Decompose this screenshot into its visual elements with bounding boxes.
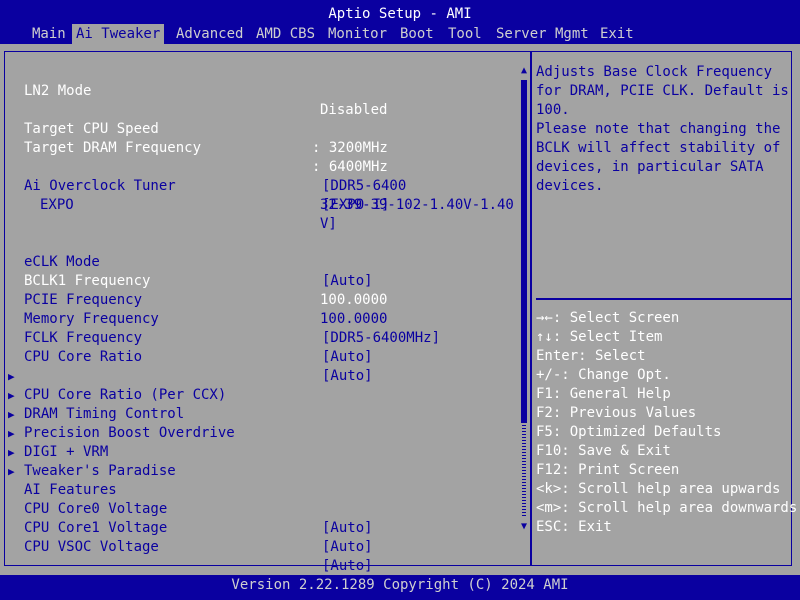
setting-cpu-core0-voltage[interactable]: CPU Core0 Voltage [Auto] xyxy=(24,481,514,536)
setting-label: LN2 Mode xyxy=(24,83,92,99)
tab-bar: Main Ai Tweaker Advanced AMD CBS Monitor… xyxy=(0,24,800,44)
help-text-line: 100. xyxy=(536,102,570,118)
tab-tool[interactable]: Tool xyxy=(444,24,486,44)
setting-fclk-frequency[interactable]: FCLK Frequency [Auto] xyxy=(24,310,514,365)
key-help-esc: ESC: Exit xyxy=(536,519,612,535)
key-help-f5: F5: Optimized Defaults xyxy=(536,424,722,440)
setting-label: CPU VSOC Voltage xyxy=(24,539,159,555)
key-legend: →←: Select Screen ↑↓: Select Item Enter:… xyxy=(536,309,798,537)
setting-cpu-vsoc-voltage[interactable]: CPU VSOC Voltage [Auto] xyxy=(24,519,514,574)
help-text-line: for DRAM, PCIE CLK. Default is xyxy=(536,83,789,99)
tab-boot[interactable]: Boot xyxy=(396,24,438,44)
key-help-f10: F10: Save & Exit xyxy=(536,443,671,459)
setting-eclk-mode[interactable]: eCLK Mode [Auto] xyxy=(24,234,514,289)
tab-amd-cbs[interactable]: AMD CBS xyxy=(252,24,319,44)
tab-main[interactable]: Main xyxy=(28,24,70,44)
setting-value[interactable]: [Auto] xyxy=(322,557,373,576)
setting-ai-overclock-tuner[interactable]: Ai Overclock Tuner [EXPO I] xyxy=(24,158,514,213)
key-help-enter: Enter: Select xyxy=(536,348,646,364)
item-help-panel: Adjusts Base Clock Frequency for DRAM, P… xyxy=(536,63,789,196)
setting-value-line-1[interactable]: [DDR5-6400 xyxy=(322,177,406,196)
help-text-line: devices, in particular SATA xyxy=(536,159,764,175)
help-text-line: Adjusts Base Clock Frequency xyxy=(536,64,773,80)
key-help-select-screen: →←: Select Screen xyxy=(536,310,680,326)
setting-pcie-frequency[interactable]: PCIE Frequency 100.0000 xyxy=(24,272,514,327)
setting-label: Target DRAM Frequency xyxy=(24,140,202,156)
setting-value[interactable]: [Auto] xyxy=(322,538,373,557)
setting-ln2-mode: LN2 Mode Disabled xyxy=(24,63,514,118)
help-divider xyxy=(536,298,791,300)
panel-divider xyxy=(530,51,532,566)
setting-value-line-2[interactable]: 32-39-39-102-1.40V-1.40 xyxy=(320,196,514,215)
submenu-digi-vrm[interactable]: ▶ DIGI + VRM xyxy=(8,405,514,460)
key-help-scroll-down: <m>: Scroll help area downwards xyxy=(536,500,798,516)
tab-server-mgmt[interactable]: Server Mgmt xyxy=(492,24,593,44)
setting-target-dram-frequency: Target DRAM Frequency : 6400MHz xyxy=(24,120,514,175)
scroll-up-arrow-icon[interactable]: ▲ xyxy=(519,64,529,78)
key-help-f12: F12: Print Screen xyxy=(536,462,680,478)
submenu-label: Tweaker's Paradise xyxy=(24,463,176,479)
help-text-line: devices. xyxy=(536,178,604,194)
submenu-ai-features[interactable]: ▶ AI Features xyxy=(8,443,514,498)
key-help-select-item: ↑↓: Select Item xyxy=(536,329,663,345)
app-title: Aptio Setup - AMI xyxy=(328,6,472,22)
submenu-arrow-icon: ▶ xyxy=(8,465,15,478)
setting-value-line-3[interactable]: V] xyxy=(320,215,337,234)
submenu-dram-timing-control[interactable]: ▶ DRAM Timing Control xyxy=(8,367,514,422)
key-help-f2: F2: Previous Values xyxy=(536,405,697,421)
setting-cpu-core1-voltage[interactable]: CPU Core1 Voltage [Auto] xyxy=(24,500,514,555)
footer-bar: Version 2.22.1289 Copyright (C) 2024 AMI xyxy=(0,575,800,600)
version-text: Version 2.22.1289 Copyright (C) 2024 AMI xyxy=(231,577,569,593)
submenu-tweakers-paradise[interactable]: ▶ Tweaker's Paradise xyxy=(8,424,514,479)
scrollbar-thumb[interactable] xyxy=(521,80,527,423)
submenu-precision-boost-overdrive[interactable]: ▶ Precision Boost Overdrive xyxy=(8,386,514,441)
setting-value: : 3200MHz xyxy=(312,140,388,156)
setting-target-cpu-speed: Target CPU Speed : 3200MHz xyxy=(24,101,514,156)
title-bar: Aptio Setup - AMI Main Ai Tweaker Advanc… xyxy=(0,0,800,44)
key-help-f1: F1: General Help xyxy=(536,386,671,402)
help-text-line: Please note that changing the xyxy=(536,121,781,137)
setting-bclk1-frequency[interactable]: BCLK1 Frequency 100.0000 xyxy=(24,253,514,308)
key-help-scroll-up: <k>: Scroll help area upwards xyxy=(536,481,781,497)
tab-advanced[interactable]: Advanced xyxy=(172,24,247,44)
submenu-cpu-core-ratio-per-ccx[interactable]: ▶ CPU Core Ratio (Per CCX) xyxy=(8,348,514,403)
tab-ai-tweaker[interactable]: Ai Tweaker xyxy=(72,24,165,44)
help-text-line: BCLK will affect stability of xyxy=(536,140,781,156)
settings-scrollbar[interactable]: ▲ ▼ xyxy=(519,64,529,534)
scroll-down-arrow-icon[interactable]: ▼ xyxy=(519,520,529,534)
setting-expo[interactable]: EXPO [DDR5-6400 32-39-39-102-1.40V-1.40 … xyxy=(24,177,514,234)
tab-monitor[interactable]: Monitor xyxy=(324,24,391,44)
tab-exit[interactable]: Exit xyxy=(596,24,638,44)
setting-label: EXPO xyxy=(40,197,74,213)
setting-memory-frequency[interactable]: Memory Frequency [DDR5-6400MHz] xyxy=(24,291,514,346)
setting-cpu-core-ratio[interactable]: CPU Core Ratio [Auto] xyxy=(24,329,514,384)
key-help-change-opt: +/-: Change Opt. xyxy=(536,367,671,383)
